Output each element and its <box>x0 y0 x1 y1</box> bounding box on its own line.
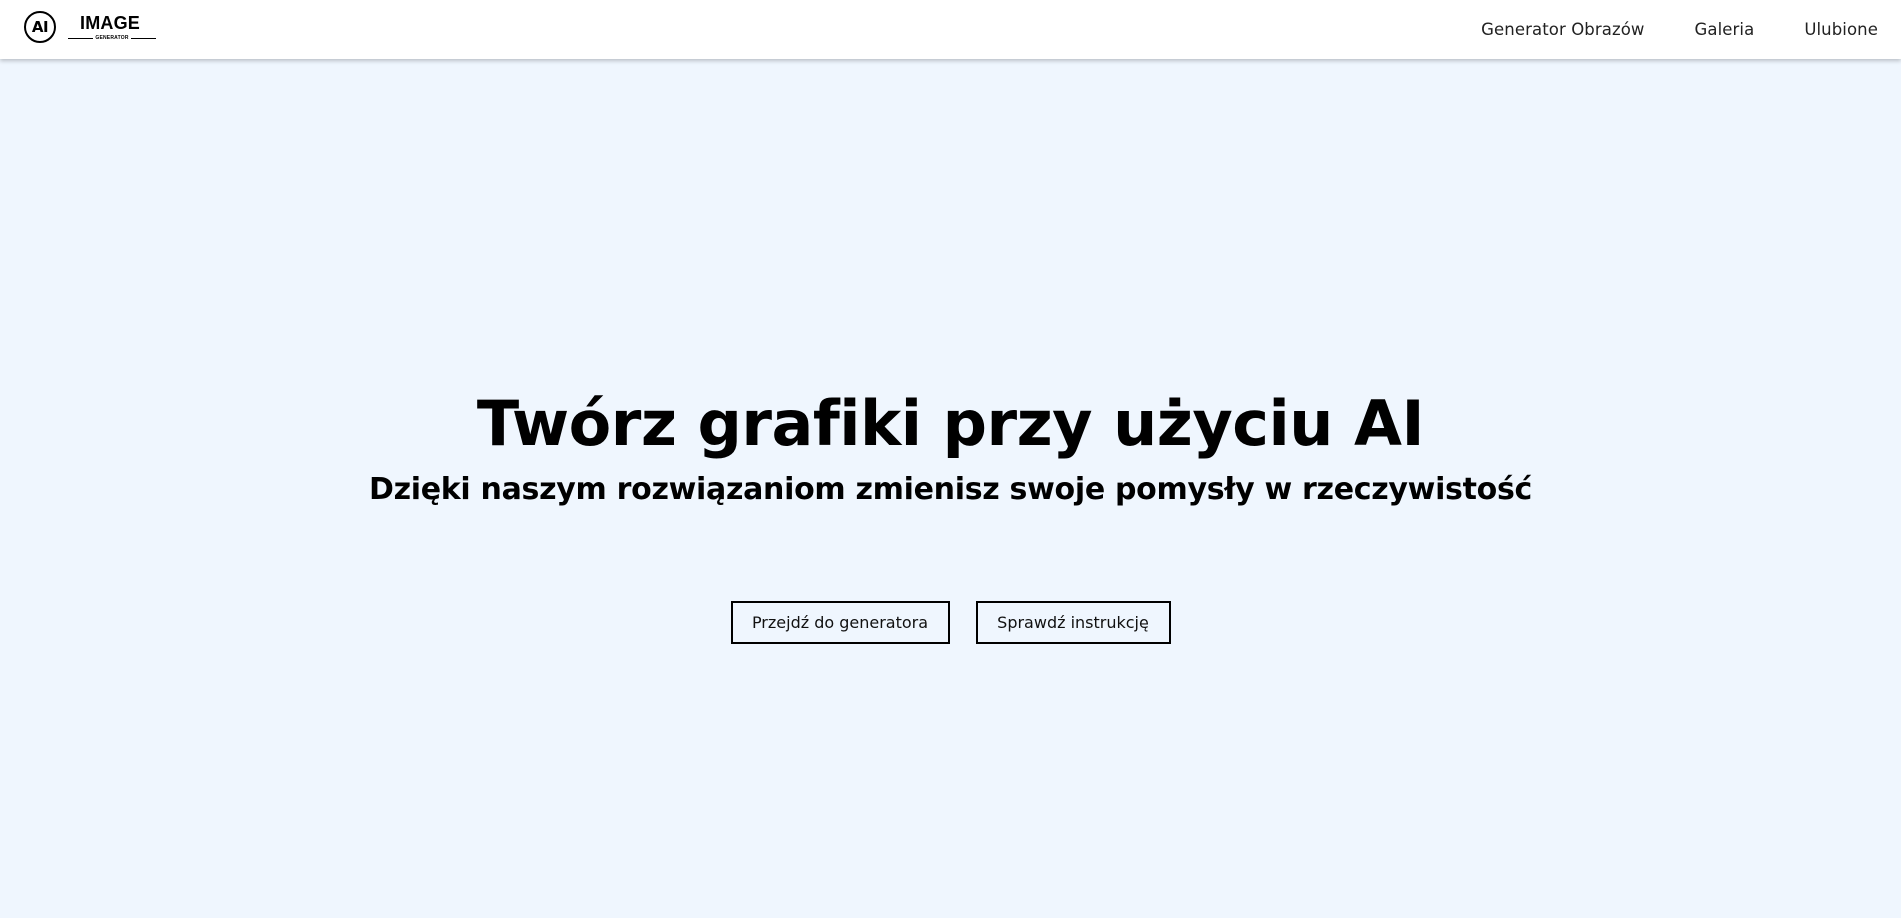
nav-link-favorites[interactable]: Ulubione <box>1804 20 1878 39</box>
logo-divider-right <box>130 37 157 39</box>
logo-mark: AI <box>31 17 49 36</box>
hero-buttons: Przejdź do generatora Sprawdź instrukcję <box>0 601 1901 644</box>
go-to-generator-button[interactable]: Przejdź do generatora <box>730 601 950 644</box>
main-nav: Generator Obrazów Galeria Ulubione <box>1481 0 1878 59</box>
logo-sub: GENERATOR <box>95 35 129 41</box>
logo-divider-left <box>68 37 94 39</box>
nav-link-gallery[interactable]: Galeria <box>1695 20 1755 39</box>
logo-sub-row: GENERATOR <box>68 35 157 41</box>
hero-title: Twórz grafiki przy użyciu AI <box>476 387 1425 460</box>
navbar: AI IMAGE GENERATOR Generator Obrazów Gal… <box>0 0 1901 59</box>
logo[interactable]: AI IMAGE GENERATOR <box>24 11 157 49</box>
hero-subtitle: Dzięki naszym rozwiązaniom zmienisz swoj… <box>368 472 1533 507</box>
nav-link-generator[interactable]: Generator Obrazów <box>1481 20 1644 39</box>
hero-section: Twórz grafiki przy użyciu AI Dzięki nasz… <box>0 59 1901 918</box>
logo-word: IMAGE <box>80 13 141 33</box>
view-instructions-button[interactable]: Sprawdź instrukcję <box>975 601 1171 644</box>
logo-ai-icon: AI <box>24 11 56 43</box>
